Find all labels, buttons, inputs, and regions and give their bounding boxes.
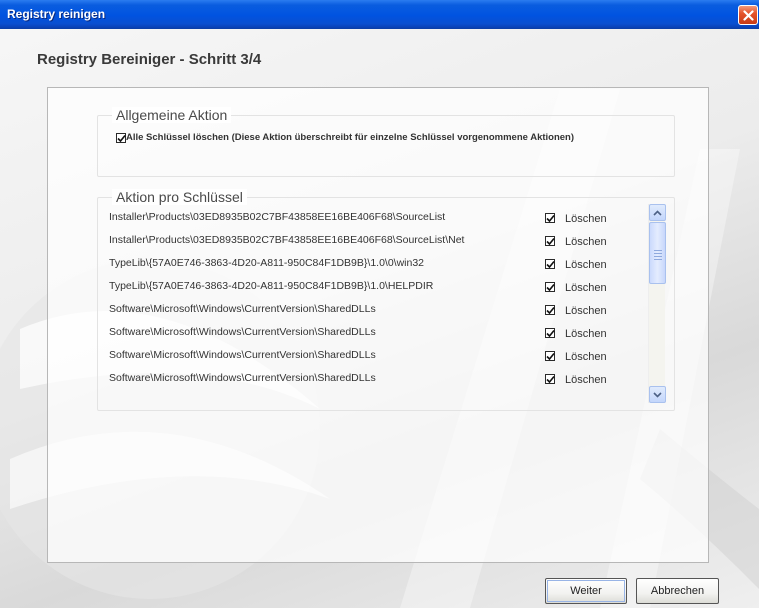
chevron-up-icon xyxy=(653,209,662,216)
checkmark-icon xyxy=(117,134,126,143)
general-action-legend: Allgemeine Aktion xyxy=(112,107,232,123)
delete-checkbox[interactable] xyxy=(545,374,555,384)
registry-key: Software\Microsoft\Windows\CurrentVersio… xyxy=(109,326,376,338)
list-item: TypeLib\{57A0E746-3863-4D20-A811-950C84F… xyxy=(98,254,658,274)
checkmark-icon xyxy=(546,306,555,315)
checkmark-icon xyxy=(546,260,555,269)
list-item: Software\Microsoft\Windows\CurrentVersio… xyxy=(98,300,658,320)
dialog-window: Registry reinigen Registry Bereiniger - … xyxy=(0,0,759,608)
cancel-button[interactable]: Abbrechen xyxy=(636,578,719,604)
scroll-down-button[interactable] xyxy=(649,386,666,403)
delete-label[interactable]: Löschen xyxy=(565,374,607,386)
delete-label[interactable]: Löschen xyxy=(565,328,607,340)
delete-label[interactable]: Löschen xyxy=(565,236,607,248)
general-action-group: Allgemeine Aktion xyxy=(97,107,675,177)
delete-checkbox[interactable] xyxy=(545,305,555,315)
scroll-up-button[interactable] xyxy=(649,204,666,221)
checkmark-icon xyxy=(546,237,555,246)
grip-icon xyxy=(654,250,662,262)
window-title: Registry reinigen xyxy=(7,7,106,21)
title-bar[interactable]: Registry reinigen xyxy=(0,0,759,29)
registry-key: TypeLib\{57A0E746-3863-4D20-A811-950C84F… xyxy=(109,257,425,269)
delete-all-option[interactable]: Alle Schlüssel löschen (Diese Aktion übe… xyxy=(116,132,636,144)
key-list: Installer\Products\03ED8935B02C7BF43858E… xyxy=(98,205,658,401)
delete-checkbox[interactable] xyxy=(545,236,555,246)
close-icon xyxy=(742,9,754,21)
delete-all-label: Alle Schlüssel löschen (Diese Aktion übe… xyxy=(126,132,575,143)
registry-key: TypeLib\{57A0E746-3863-4D20-A811-950C84F… xyxy=(109,280,434,292)
delete-label[interactable]: Löschen xyxy=(565,213,607,225)
next-button[interactable]: Weiter xyxy=(545,578,627,604)
chevron-down-icon xyxy=(653,391,662,398)
registry-key: Software\Microsoft\Windows\CurrentVersio… xyxy=(109,303,376,315)
registry-key: Software\Microsoft\Windows\CurrentVersio… xyxy=(109,349,376,361)
checkmark-icon xyxy=(546,352,555,361)
delete-checkbox[interactable] xyxy=(545,282,555,292)
registry-key: Installer\Products\03ED8935B02C7BF43858E… xyxy=(109,234,465,246)
delete-checkbox[interactable] xyxy=(545,328,555,338)
delete-label[interactable]: Löschen xyxy=(565,282,607,294)
delete-label[interactable]: Löschen xyxy=(565,305,607,317)
per-key-action-legend: Aktion pro Schlüssel xyxy=(112,189,247,205)
scroll-thumb[interactable] xyxy=(649,222,666,284)
delete-label[interactable]: Löschen xyxy=(565,351,607,363)
checkmark-icon xyxy=(546,329,555,338)
delete-checkbox[interactable] xyxy=(545,351,555,361)
list-item: Installer\Products\03ED8935B02C7BF43858E… xyxy=(98,231,658,251)
checkmark-icon xyxy=(546,283,555,292)
list-item: Software\Microsoft\Windows\CurrentVersio… xyxy=(98,369,658,389)
list-item: TypeLib\{57A0E746-3863-4D20-A811-950C84F… xyxy=(98,277,658,297)
close-button[interactable] xyxy=(738,5,758,25)
delete-all-checkbox[interactable] xyxy=(116,133,126,143)
delete-label[interactable]: Löschen xyxy=(565,259,607,271)
registry-key: Software\Microsoft\Windows\CurrentVersio… xyxy=(109,372,376,384)
checkmark-icon xyxy=(546,214,555,223)
delete-checkbox[interactable] xyxy=(545,213,555,223)
checkmark-icon xyxy=(546,375,555,384)
registry-key: Installer\Products\03ED8935B02C7BF43858E… xyxy=(109,211,446,223)
delete-checkbox[interactable] xyxy=(545,259,555,269)
list-item: Software\Microsoft\Windows\CurrentVersio… xyxy=(98,346,658,366)
key-list-scrollbar[interactable] xyxy=(648,204,666,403)
list-item: Installer\Products\03ED8935B02C7BF43858E… xyxy=(98,208,658,228)
list-item: Software\Microsoft\Windows\CurrentVersio… xyxy=(98,323,658,343)
page-title: Registry Bereiniger - Schritt 3/4 xyxy=(37,51,262,68)
